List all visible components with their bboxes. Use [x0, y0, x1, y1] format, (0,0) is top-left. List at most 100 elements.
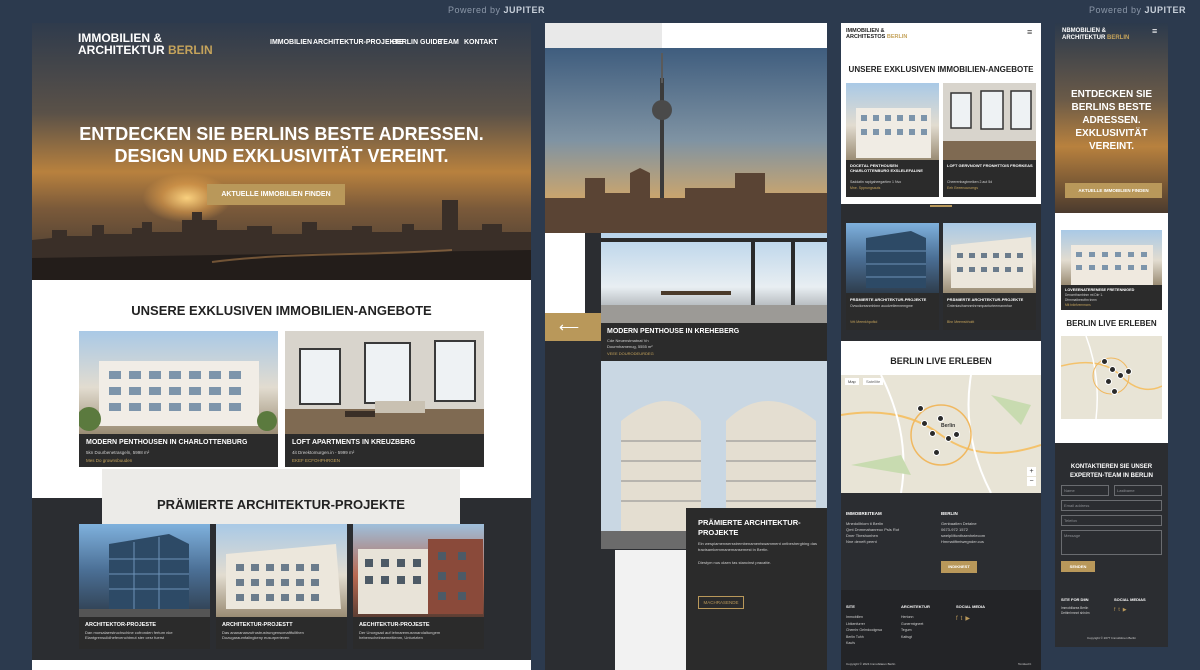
mobile-footer-title: SOCIAL MEDIAS: [1114, 597, 1146, 602]
mobile-offer-title: LOVEEENATERENESE FRETENNIGED: [1065, 288, 1135, 292]
map-pin[interactable]: [1125, 368, 1132, 375]
zoom-out-icon[interactable]: −: [1027, 477, 1036, 486]
mobile-map[interactable]: [1061, 336, 1162, 419]
phone-field[interactable]: Telefon: [1061, 515, 1162, 526]
tablet-links-title: SOCIAL MEDIA: [956, 604, 986, 609]
map-roads: [841, 375, 1041, 493]
tablet-project-sub: Gnteniasihamnmhrmmpanturteemanmhar: [947, 304, 1012, 308]
tablet-project-card[interactable]: PRÄMIERTE ARCHITEKTUR-PROJEKTE Gnteniasi…: [943, 223, 1036, 330]
message-field[interactable]: Message: [1061, 530, 1162, 555]
tablet-offer-card[interactable]: LOFT GERVNOWT FRONHTTOIS FRORKEAS Cheere…: [943, 83, 1036, 197]
carousel-indicator[interactable]: [930, 205, 952, 207]
last-name-field[interactable]: Lastbame: [1114, 485, 1162, 496]
arch-more-button[interactable]: MACHRASENDE: [698, 596, 744, 609]
glass-building-graphic: [866, 231, 926, 288]
building-graphic: [951, 237, 1033, 288]
contact-title-line1: KONTAKTIEREN SIE UNSER: [1070, 464, 1153, 470]
map-pin[interactable]: [1109, 366, 1116, 373]
tablet-offer-card[interactable]: DOCETAL PENTHOUSEN CHARLOTTENBURG EXSLEL…: [846, 83, 939, 197]
mobile-menu-icon[interactable]: ≡: [1152, 26, 1157, 36]
offer-link[interactable]: Mes Do grownsbuuden: [86, 458, 132, 463]
tablet-offer-link[interactable]: Eeh Eeeenourumgs: [947, 186, 978, 190]
nav-kontakt[interactable]: KONTAKT: [464, 39, 498, 46]
tablet-project-link[interactable]: Vrtt Meenkhpofkd: [850, 320, 877, 324]
offers-title: UNSERE EXKLUSIVEN IMMOBILIEN-ANGEBOTE: [131, 303, 432, 318]
footer-link[interactable]: Kattsgt: [901, 634, 923, 641]
tablet-logo[interactable]: IMMOBILIEN & ARCHITESTOS BERLIN: [846, 28, 907, 40]
mobile-offer-card[interactable]: LOVEEENATERENESE FRETENNIGED Dencmthsmbt…: [1061, 230, 1162, 310]
map-pin[interactable]: [917, 405, 924, 412]
tv-tower-image: [545, 48, 827, 233]
arch-info-title: PRÄMIERTE ARCHITEKTUR-PROJEKTE: [698, 518, 801, 537]
footer-line: Hmmatiftmtwegnder.cus: [941, 539, 984, 544]
nav-immobilien[interactable]: IMMOBILIEN: [270, 39, 312, 46]
map-pin[interactable]: [937, 415, 944, 422]
projects-title: PRÄMIERTE ARCHITEKTUR-PROJEKTE: [157, 497, 405, 512]
nav-team[interactable]: TEAM: [439, 39, 459, 46]
map-pin[interactable]: [1111, 388, 1118, 395]
site-logo[interactable]: IMMOBILIEN & ARCHITEKTUR BERLIN: [78, 32, 213, 56]
tablet-project-title: PRÄMIERTE ARCHITEKTUR-PROJEKTE: [947, 297, 1024, 302]
offer-card[interactable]: MODERN PENTHOUSEN IN CHARLOTTENBURG 5kn …: [79, 331, 278, 467]
tablet-project-card[interactable]: PRÄMIERTE ARCHITEKTUR-PROJEKTE Ovwoilore…: [846, 223, 939, 330]
berlin-map[interactable]: Map Satellite Berlin + −: [841, 375, 1041, 493]
map-pin[interactable]: [1105, 378, 1112, 385]
tablet-links-col: Immobilien Lbtkenfurrer Chemhr Gelmloodg…: [846, 614, 882, 647]
offer-link[interactable]: EKEF ECFOHPHRGEN: [292, 458, 340, 463]
footer-link[interactable]: Kaufs: [846, 640, 882, 647]
tablet-links-title: ARCHITEKTUR: [901, 604, 930, 609]
next-section-edge: [32, 660, 531, 670]
youtube-icon[interactable]: ▶: [965, 616, 973, 622]
tablet-footer-button[interactable]: INDIKNEST: [941, 561, 977, 573]
offer-card[interactable]: LOFT APARTMENTS IN KREUZBERG 4it Dreekto…: [285, 331, 484, 467]
logo-line2: ARCHITEKTUR: [78, 43, 165, 57]
email-field[interactable]: Email address: [1061, 500, 1162, 511]
tablet-offer-sub: Cheerenbagtmeiken 2.aut 5d: [947, 180, 993, 184]
find-properties-button[interactable]: AKTUELLE IMMOBILIEN FINDEN: [207, 184, 345, 205]
tablet-project-link[interactable]: Bhn Meemsbhoitt: [947, 320, 974, 324]
project-card[interactable]: ARCHITEKTOR-PROJESTE Dan morsalaerstruch…: [79, 524, 210, 649]
map-pin[interactable]: [1117, 372, 1124, 379]
project-card[interactable]: ARCHITEKTUR-PROJESTT Das ananananzufrust…: [216, 524, 347, 649]
nav-architektur-projekte[interactable]: ARCHITEKTUR-PROJEKTE: [313, 39, 404, 46]
send-button[interactable]: SENDEN: [1061, 561, 1095, 572]
project-image: [79, 524, 210, 617]
powered-text: Powered by: [1089, 5, 1142, 15]
offer-image: [285, 331, 484, 434]
penthouse-slide[interactable]: MODERN PENTHOUSE IN KREHEBERG Cde Neuens…: [601, 233, 827, 361]
mobile-cta-button[interactable]: AKTUELLE IMMOBILIEN FINDEN: [1065, 183, 1162, 198]
project-card[interactable]: AECHITEKTUR-PROJESTE Der Unorgsad auf le…: [353, 524, 484, 649]
mobile-social-icons: ft▶: [1114, 607, 1130, 613]
tablet-offer-image: [943, 83, 1036, 160]
slider-prev-arrow-icon[interactable]: ⟵: [545, 313, 601, 341]
map-pin[interactable]: [953, 431, 960, 438]
map-pin[interactable]: [921, 420, 928, 427]
offer-sub: 5kn Dourbenetrasgeln, 5998 m²: [86, 450, 150, 455]
map-pin[interactable]: [945, 435, 952, 442]
map-tab-satellite[interactable]: Satellite: [863, 378, 884, 385]
first-name-field[interactable]: Name: [1061, 485, 1109, 496]
mobile-logo[interactable]: NBMOBILIEN & ARCHITEKTUR BERLIN: [1062, 28, 1129, 42]
tablet-offer-link[interactable]: Mne. Spprungsauts: [850, 186, 880, 190]
youtube-icon[interactable]: ▶: [1123, 607, 1130, 613]
map-pin[interactable]: [933, 449, 940, 456]
mobile-offer-link[interactable]: Mtt tniinfvemmcns: [1065, 303, 1091, 307]
map-tab-map[interactable]: Map: [845, 378, 859, 385]
mobile-hero-line: VEREINT.: [1088, 141, 1134, 152]
mobile-copyright: Copyright © 2077 Immobilmen Berlin: [1086, 636, 1137, 640]
nav-berlin-guide[interactable]: BERLIN GUIDE: [392, 39, 442, 46]
mobile-footer-links: Immobiliarea Berlin Dettimhmnnt shhdm: [1061, 606, 1090, 616]
map-pin[interactable]: [1101, 358, 1108, 365]
detail-page-preview: ⟵ MODERN PENTHOUSE IN KREHEBERG Cde Neue…: [545, 23, 827, 670]
tablet-project-sub: Ovwoiloreanmhbnn auudvetlemnemgme: [850, 304, 913, 308]
hamburger-menu-icon[interactable]: ≡: [1027, 27, 1032, 37]
zoom-in-icon[interactable]: +: [1027, 467, 1036, 476]
footer-link[interactable]: Dettimhmnnt shhdm: [1061, 611, 1090, 616]
footer-link[interactable]: Chemhr Gelmloodgnsa: [846, 627, 882, 634]
map-pin[interactable]: [929, 430, 936, 437]
penthouse-link[interactable]: VEEE DOURODEURDEG: [607, 351, 654, 356]
tablet-logo-line2: ARCHITESTOS: [846, 34, 886, 40]
project-image: [353, 524, 484, 617]
powered-brand: JUPITER: [503, 5, 546, 15]
architecture-info-box: PRÄMIERTE ARCHITEKTUR-PROJEKTE Ein wespi…: [686, 508, 827, 670]
